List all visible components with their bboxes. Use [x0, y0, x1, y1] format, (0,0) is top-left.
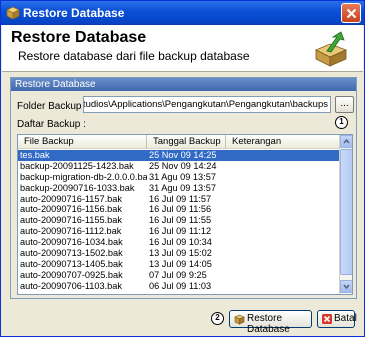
close-icon	[346, 8, 357, 19]
table-row[interactable]: auto-20090706-1103.bak 06 Jul 09 11:03	[18, 281, 340, 292]
title-bar[interactable]: Restore Database	[1, 1, 364, 25]
restore-database-button[interactable]: Restore Database	[229, 310, 312, 335]
window-title: Restore Database	[23, 6, 125, 20]
cell-tanggal-backup: 16 Jul 09 10:34	[149, 237, 212, 248]
table-row[interactable]: backup-20090716-1033.bak 31 Agu 09 13:57	[18, 183, 340, 194]
cell-tanggal-backup: 13 Jul 09 15:02	[149, 248, 212, 259]
restore-icon	[234, 314, 245, 325]
cell-tanggal-backup: 31 Agu 09 13:57	[149, 171, 216, 182]
folder-backup-field[interactable]: :\Golden T Studios\Applications\Pengangk…	[83, 96, 331, 113]
scroll-down-button[interactable]	[340, 280, 352, 293]
cancel-label: Batal	[334, 313, 357, 324]
cell-tanggal-backup: 07 Jul 09 9:25	[149, 269, 207, 280]
database-restore-icon	[315, 31, 348, 67]
restore-panel: Restore Database Folder Backup : :\Golde…	[10, 77, 357, 299]
column-header-file[interactable]: File Backup	[18, 135, 147, 149]
table-row[interactable]: auto-20090716-1112.bak 16 Jul 09 11:12	[18, 226, 340, 237]
backup-list-label: Daftar Backup :	[17, 119, 86, 130]
cell-tanggal-backup: 31 Agu 09 13:57	[149, 182, 216, 193]
cancel-button[interactable]: Batal	[317, 310, 357, 328]
table-row[interactable]: auto-20090716-1155.bak 16 Jul 09 11:55	[18, 215, 340, 226]
table-header: File Backup Tanggal Backup Keterangan	[18, 135, 340, 149]
restore-database-window: Restore Database Restore Database Restor…	[0, 0, 365, 337]
cell-file-backup: auto-20090713-1502.bak	[20, 248, 123, 259]
step-badge-2: 2	[211, 312, 224, 325]
cell-file-backup: auto-20090713-1405.bak	[20, 258, 123, 269]
dialog-header: Restore Database Restore database dari f…	[2, 25, 363, 72]
header-title: Restore Database	[11, 29, 147, 46]
scroll-thumb[interactable]	[340, 149, 352, 275]
cell-tanggal-backup: 16 Jul 09 11:57	[149, 193, 212, 204]
table-row[interactable]: backup-20091125-1423.bak 25 Nov 09 14:24	[18, 161, 340, 172]
table-row[interactable]: auto-20090716-1157.bak 16 Jul 09 11:57	[18, 194, 340, 205]
cell-tanggal-backup: 25 Nov 09 14:25	[149, 150, 217, 160]
scroll-up-button[interactable]	[340, 135, 352, 148]
table-row[interactable]: auto-20090716-1034.bak 16 Jul 09 10:34	[18, 237, 340, 248]
step-badge-1: 1	[335, 116, 348, 129]
folder-backup-value: :\Golden T Studios\Applications\Pengangk…	[83, 99, 328, 110]
cell-file-backup: auto-20090716-1155.bak	[20, 215, 122, 226]
cell-file-backup: auto-20090716-1034.bak	[20, 237, 123, 248]
table-row[interactable]: auto-20090713-1502.bak 13 Jul 09 15:02	[18, 248, 340, 259]
table-row[interactable]: auto-20090713-1405.bak 13 Jul 09 14:05	[18, 259, 340, 270]
cell-tanggal-backup: 16 Jul 09 11:56	[149, 204, 212, 215]
chevron-down-icon	[343, 284, 350, 290]
panel-header: Restore Database	[11, 78, 356, 91]
table-row[interactable]: auto-20090716-1156.bak 16 Jul 09 11:56	[18, 204, 340, 215]
cell-file-backup: auto-20090706-1103.bak	[20, 280, 122, 291]
cell-tanggal-backup: 13 Jul 09 14:05	[149, 258, 212, 269]
column-header-date[interactable]: Tanggal Backup	[147, 135, 226, 149]
restore-database-label: Restore Database	[247, 313, 290, 335]
table-row[interactable]: auto-20090707-0925.bak 07 Jul 09 9:25	[18, 270, 340, 281]
cell-file-backup: auto-20090716-1157.bak	[20, 193, 122, 204]
vertical-scrollbar[interactable]	[339, 135, 352, 294]
column-header-note[interactable]: Keterangan	[226, 135, 340, 149]
cell-tanggal-backup: 25 Nov 09 14:24	[149, 160, 217, 171]
app-icon	[6, 6, 20, 20]
folder-backup-label: Folder Backup :	[17, 101, 88, 112]
table-row[interactable]: tes.bak 25 Nov 09 14:25	[18, 150, 340, 161]
table-row[interactable]: backup-migration-db-2.0.0.0.bak 31 Agu 09…	[18, 172, 340, 183]
panel-title: Restore Database	[15, 79, 96, 90]
table-body: tes.bak 25 Nov 09 14:25 backup-20091125-14…	[18, 150, 340, 292]
cell-file-backup: auto-20090716-1112.bak	[20, 226, 122, 237]
cell-file-backup: auto-20090707-0925.bak	[20, 269, 123, 280]
cell-tanggal-backup: 16 Jul 09 11:55	[149, 215, 212, 226]
cell-file-backup: backup-20091125-1423.bak	[20, 160, 134, 171]
cell-file-backup: backup-20090716-1033.bak	[20, 182, 135, 193]
cancel-icon	[322, 314, 332, 324]
cell-tanggal-backup: 06 Jul 09 11:03	[149, 280, 212, 291]
cell-file-backup: tes.bak	[20, 150, 50, 160]
cell-file-backup: auto-20090716-1156.bak	[20, 204, 122, 215]
cell-tanggal-backup: 16 Jul 09 11:12	[149, 226, 212, 237]
close-button[interactable]	[341, 3, 361, 23]
header-subtitle: Restore database dari file backup databa…	[18, 49, 250, 63]
cell-file-backup: backup-migration-db-2.0.0.0.bak	[20, 171, 147, 182]
browse-folder-button[interactable]: ...	[335, 96, 354, 113]
backup-table: File Backup Tanggal Backup Keterangan te…	[17, 134, 353, 295]
chevron-up-icon	[343, 138, 350, 144]
